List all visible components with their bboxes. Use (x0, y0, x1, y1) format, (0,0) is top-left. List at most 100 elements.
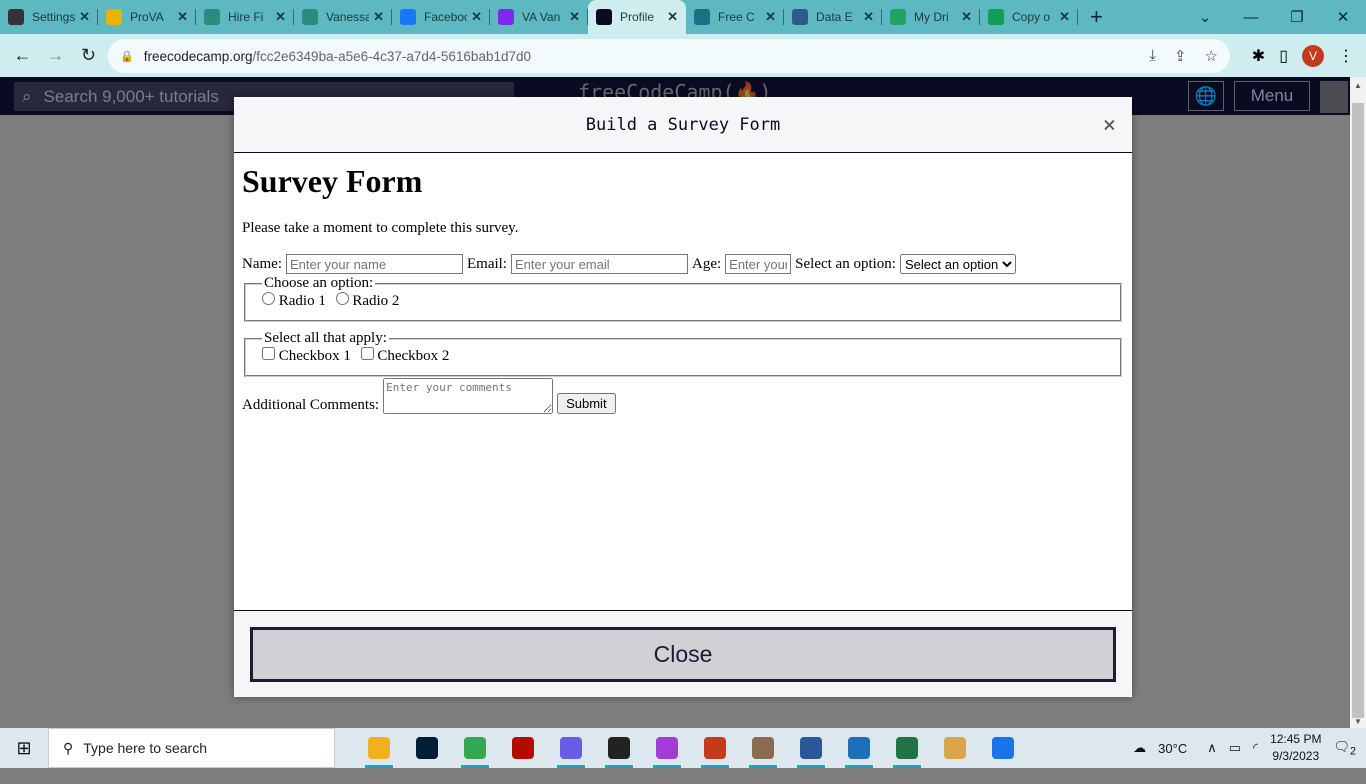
scroll-down-icon[interactable]: ▼ (1354, 717, 1362, 726)
tab-label: Settings (32, 10, 76, 24)
side-panel-icon[interactable]: ▯ (1279, 46, 1288, 66)
back-icon[interactable]: ← (6, 45, 39, 66)
age-input[interactable] (725, 254, 792, 274)
taskbar-app-word[interactable] (787, 728, 835, 768)
checkbox-1-label[interactable]: Checkbox 1 (279, 348, 351, 364)
system-tray: ☁ 30°C ∧ ▭ ◜ 12:45 PM 9/3/2023 🗨2 (1133, 728, 1366, 768)
close-tab-icon[interactable]: ✕ (79, 9, 90, 25)
close-tab-icon[interactable]: ✕ (765, 9, 776, 25)
radio-2-label[interactable]: Radio 2 (352, 293, 399, 309)
show-hidden-icons-icon[interactable]: ∧ (1207, 740, 1217, 756)
window-close-icon[interactable]: ✕ (1320, 8, 1366, 26)
excel-icon (896, 737, 918, 759)
weather-icon[interactable]: ☁ (1133, 740, 1146, 756)
new-tab-button[interactable]: + (1090, 4, 1103, 30)
weather-temp[interactable]: 30°C (1158, 741, 1187, 756)
taskbar-app-chrome-profile-2[interactable] (739, 728, 787, 768)
scroll-thumb[interactable] (1352, 103, 1364, 718)
taskbar-app-sticky-notes[interactable] (595, 728, 643, 768)
clock[interactable]: 12:45 PM 9/3/2023 (1270, 731, 1321, 765)
bookmark-star-icon[interactable]: ☆ (1205, 47, 1218, 65)
reload-icon[interactable]: ↻ (72, 45, 105, 66)
menu-kebab-icon[interactable]: ⋮ (1338, 46, 1354, 66)
tab-google-drive[interactable]: My Dri ✕ (882, 0, 980, 34)
taskbar-app-photos[interactable] (835, 728, 883, 768)
taskbar-app-help[interactable] (979, 728, 1027, 768)
taskbar-app-chrome-profile-v[interactable] (691, 728, 739, 768)
comments-textarea[interactable] (383, 378, 554, 414)
checkbox-2-label[interactable]: Checkbox 2 (377, 348, 449, 364)
checkbox-1[interactable] (262, 347, 275, 360)
taskbar-app-chrome[interactable] (451, 728, 499, 768)
taskbar-app-messenger[interactable] (643, 728, 691, 768)
taskbar-app-paint[interactable] (931, 728, 979, 768)
option-select[interactable]: Select an option (899, 254, 1016, 274)
profile-avatar[interactable]: V (1302, 44, 1324, 67)
tab-freecodecamp[interactable]: Profile ✕ (588, 0, 686, 34)
notifications-icon[interactable]: 🗨2 (1333, 739, 1356, 758)
url-input[interactable]: 🔒 freecodecamp.org/fcc2e6349ba-a5e6-4c37… (108, 39, 1230, 73)
email-input[interactable] (510, 254, 688, 274)
page-scrollbar[interactable]: ▲ ▼ (1350, 77, 1366, 728)
forward-icon[interactable]: → (39, 45, 72, 66)
close-tab-icon[interactable]: ✕ (471, 9, 482, 25)
tab-facebook[interactable]: Facebook ✕ (392, 0, 490, 34)
pinned-apps (355, 728, 1027, 768)
radio-2[interactable] (335, 292, 349, 305)
tab-gear[interactable]: Settings ✕ (0, 0, 98, 34)
radio-1[interactable] (262, 292, 275, 305)
tab-pen[interactable]: Vanessa ✕ (294, 0, 392, 34)
taskbar-search-input[interactable]: ⚲ Type here to search (48, 728, 335, 768)
pen-icon (204, 9, 220, 25)
taskbar-app-copilot[interactable] (547, 728, 595, 768)
tab-label: Vanessa (326, 10, 370, 24)
close-tab-icon[interactable]: ✕ (373, 9, 384, 25)
tab-label: ProVA (130, 10, 164, 24)
minimize-icon[interactable]: — (1228, 9, 1274, 26)
tab-pen[interactable]: Hire Fi ✕ (196, 0, 294, 34)
battery-icon[interactable]: ▭ (1229, 740, 1241, 756)
taskbar-app-acrobat[interactable] (499, 728, 547, 768)
name-input[interactable] (285, 254, 463, 274)
tab-prova[interactable]: ProVA ✕ (98, 0, 196, 34)
restore-icon[interactable]: ❐ (1274, 8, 1320, 26)
email-label: Email: (466, 255, 507, 272)
copilot-icon (560, 737, 582, 759)
scroll-up-icon[interactable]: ▲ (1354, 81, 1362, 90)
extensions-icon[interactable]: ✱ (1252, 46, 1265, 66)
close-tab-icon[interactable]: ✕ (569, 9, 580, 25)
user-avatar[interactable] (1320, 81, 1348, 113)
tab-cisco[interactable]: Free C ✕ (686, 0, 784, 34)
checkbox-fieldset: Select all that apply: Checkbox 1 Checkb… (244, 330, 1122, 377)
close-tab-icon[interactable]: ✕ (177, 9, 188, 25)
language-globe-icon[interactable]: 🌐 (1188, 81, 1224, 111)
close-tab-icon[interactable]: ✕ (863, 9, 874, 25)
close-button[interactable]: Close (250, 627, 1116, 682)
tab-google-sheets[interactable]: Copy o ✕ (980, 0, 1078, 34)
tab-label: Data E (816, 10, 853, 24)
url-path: /fcc2e6349ba-a5e6-4c37-a7d4-5616bab1d7d0 (252, 48, 531, 64)
taskbar-app-excel[interactable] (883, 728, 931, 768)
tab-data[interactable]: Data E ✕ (784, 0, 882, 34)
preview-modal: Build a Survey Form × Survey Form Please… (234, 97, 1132, 697)
data-icon (792, 9, 808, 25)
tab-canva[interactable]: VA Van ✕ (490, 0, 588, 34)
submit-button[interactable]: Submit (557, 393, 616, 414)
close-tab-icon[interactable]: ✕ (275, 9, 286, 25)
checkbox-2[interactable] (360, 347, 374, 360)
install-icon[interactable]: ⤓ (1149, 47, 1156, 65)
menu-button[interactable]: Menu (1234, 81, 1310, 111)
tab-search-icon[interactable]: ⌄ (1182, 8, 1228, 26)
close-tab-icon[interactable]: ✕ (1059, 9, 1070, 25)
wifi-icon[interactable]: ◜ (1253, 740, 1258, 756)
radio-1-label[interactable]: Radio 1 (279, 293, 326, 309)
file-explorer-icon (368, 737, 390, 759)
close-tab-icon[interactable]: ✕ (667, 9, 678, 25)
close-icon[interactable]: × (1103, 113, 1116, 138)
close-tab-icon[interactable]: ✕ (961, 9, 972, 25)
share-icon[interactable]: ⇪ (1174, 47, 1187, 65)
taskbar-app-file-explorer[interactable] (355, 728, 403, 768)
search-placeholder: Search 9,000+ tutorials (43, 86, 219, 106)
windows-start-icon[interactable]: ⊞ (0, 738, 48, 759)
taskbar-app-photoshop[interactable] (403, 728, 451, 768)
